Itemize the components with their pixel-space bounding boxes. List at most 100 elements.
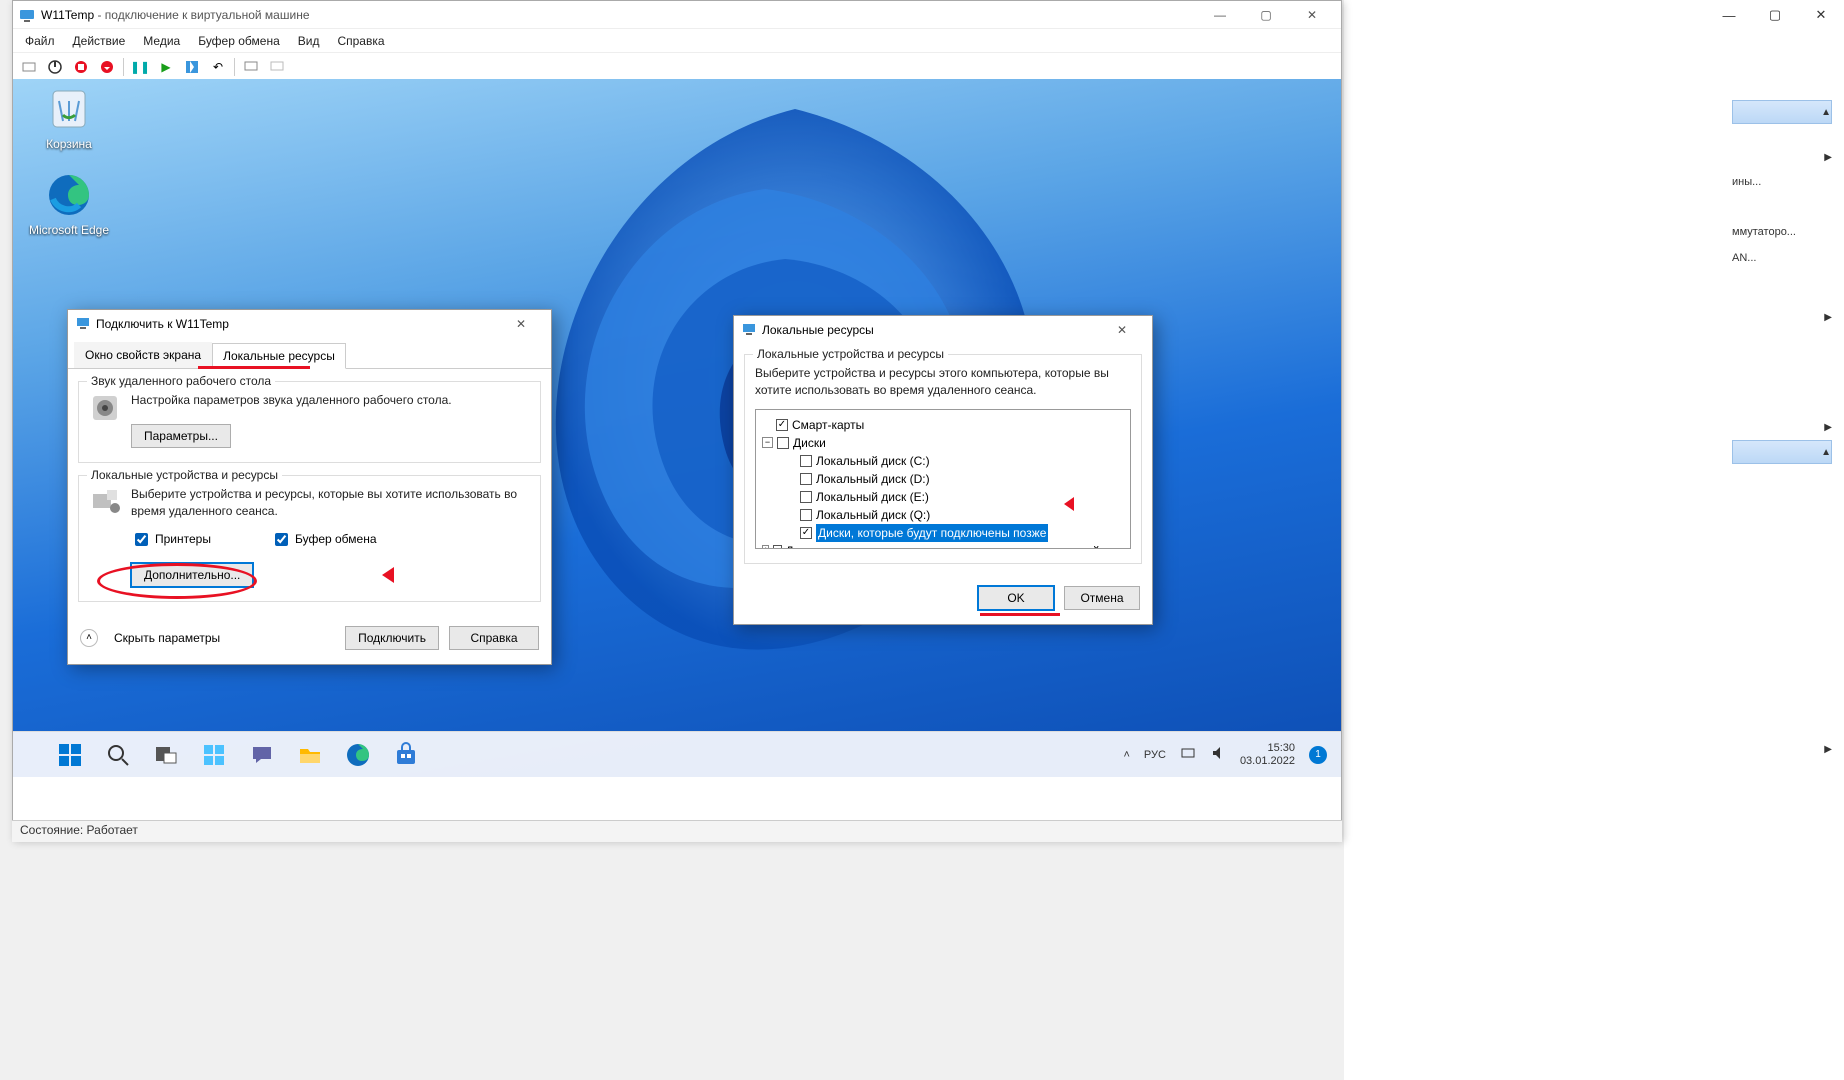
desktop-icon-label: Корзина [46, 137, 92, 151]
group-local-devices-text: Выберите устройства и ресурсы, которые в… [131, 486, 530, 520]
tray-network-icon[interactable] [1180, 745, 1196, 764]
checkbox-printers[interactable]: Принтеры [131, 530, 211, 549]
help-button[interactable]: Справка [449, 626, 539, 650]
side-panel-header[interactable]: ▲ [1732, 100, 1832, 124]
annotation-ellipse [97, 563, 257, 599]
lr-dialog-icon [742, 322, 756, 339]
tray-sound-icon[interactable] [1210, 745, 1226, 764]
menu-media[interactable]: Медиа [143, 34, 180, 48]
guest-taskbar[interactable]: ˄ РУС 15:3003.01.2022 1 [13, 731, 1341, 777]
ok-button[interactable]: OK [978, 586, 1054, 610]
chevron-up-icon[interactable]: ˄ [80, 629, 98, 647]
tree-item-disk-c[interactable]: Локальный диск (C:) [762, 452, 1124, 470]
tree-item-disk-d[interactable]: Локальный диск (D:) [762, 470, 1124, 488]
annotation-arrow-2 [1062, 492, 1100, 519]
start-button[interactable] [57, 742, 83, 768]
rdp-close-button[interactable]: ✕ [499, 317, 543, 331]
vmconnect-toolbar: ❚❚ ▶ ↶ [13, 53, 1341, 81]
side-item-text-1[interactable]: ины... [1732, 176, 1832, 188]
tool-shutdown-icon[interactable] [71, 57, 91, 77]
edge-taskbar-icon[interactable] [345, 742, 371, 768]
group-local-devices: Локальные устройства и ресурсы Выберите … [78, 475, 541, 602]
local-resources-dialog: Локальные ресурсы ✕ Локальные устройства… [733, 315, 1153, 625]
checkbox-clipboard[interactable]: Буфер обмена [271, 530, 377, 549]
host-caption-buttons: — ▢ ✕ [1706, 0, 1844, 30]
explorer-icon[interactable] [297, 742, 323, 768]
vmconnect-statusbar: Состояние: Работает [12, 820, 1342, 842]
widgets-icon[interactable] [201, 742, 227, 768]
vmconnect-icon [19, 7, 35, 23]
tree-item-other[interactable]: +Другие поддерживаемые самонастраивающие… [762, 542, 1124, 549]
tool-checkpoint-icon[interactable] [182, 57, 202, 77]
audio-settings-button[interactable]: Параметры... [131, 424, 231, 448]
recycle-bin-icon [45, 85, 93, 133]
host-min-button[interactable]: — [1706, 0, 1752, 30]
tool-start-icon[interactable] [45, 57, 65, 77]
host-max-button[interactable]: ▢ [1752, 0, 1798, 30]
tree-item-smartcards[interactable]: Смарт-карты [762, 416, 1124, 434]
side-item-3[interactable]: ▶ [1732, 422, 1832, 433]
lr-titlebar[interactable]: Локальные ресурсы ✕ [734, 316, 1152, 344]
rdp-dialog-titlebar[interactable]: Подключить к W11Temp ✕ [68, 310, 551, 338]
tray-notification-icon[interactable]: 1 [1309, 746, 1327, 764]
taskbar-center [57, 742, 419, 768]
device-tree[interactable]: Смарт-карты −Диски Локальный диск (C:) Л… [755, 409, 1131, 549]
tool-save-icon[interactable] [97, 57, 117, 77]
group-remote-audio-text: Настройка параметров звука удаленного ра… [89, 392, 530, 409]
side-item-text-3[interactable]: AN... [1732, 252, 1832, 264]
rdp-dialog-footer: ˄ Скрыть параметры Подключить Справка [68, 614, 551, 664]
vmconnect-min-button[interactable]: — [1197, 1, 1243, 29]
desktop-icon-recycle-bin[interactable]: Корзина [25, 85, 113, 151]
tab-display[interactable]: Окно свойств экрана [74, 342, 212, 368]
tool-share-icon[interactable] [267, 57, 287, 77]
group-remote-audio: Звук удаленного рабочего стола Настройка… [78, 381, 541, 463]
menu-action[interactable]: Действие [73, 34, 126, 48]
group-remote-audio-legend: Звук удаленного рабочего стола [87, 374, 275, 388]
menu-file[interactable]: Файл [25, 34, 55, 48]
side-item-1[interactable]: ▶ [1732, 152, 1832, 163]
tool-revert-icon[interactable]: ↶ [208, 57, 228, 77]
lr-close-button[interactable]: ✕ [1100, 323, 1144, 337]
vmconnect-title: W11Temp - подключение к виртуальной маши… [41, 8, 310, 22]
vmconnect-titlebar[interactable]: W11Temp - подключение к виртуальной маши… [13, 1, 1341, 29]
lr-legend: Локальные устройства и ресурсы [753, 347, 948, 361]
vmconnect-max-button[interactable]: ▢ [1243, 1, 1289, 29]
hide-options-link[interactable]: Скрыть параметры [114, 631, 220, 645]
lr-groupbox: Локальные устройства и ресурсы Выберите … [744, 354, 1142, 564]
tree-item-disks[interactable]: −Диски [762, 434, 1124, 452]
taskview-icon[interactable] [153, 742, 179, 768]
lr-title: Локальные ресурсы [762, 323, 874, 337]
tray-chevron-icon[interactable]: ˄ [1123, 749, 1129, 761]
lr-footer: OK Отмена [734, 574, 1152, 624]
store-icon[interactable] [393, 742, 419, 768]
vmconnect-close-button[interactable]: ✕ [1289, 1, 1335, 29]
side-item-text-2[interactable]: ммутаторо... [1732, 226, 1832, 238]
menu-clipboard[interactable]: Буфер обмена [198, 34, 280, 48]
side-item-4[interactable]: ▶ [1732, 744, 1832, 755]
host-close-button[interactable]: ✕ [1798, 0, 1844, 30]
host-background: — ▢ ✕ ▲ ▶ ины... ммутаторо... AN... ▶ ▶ … [1344, 0, 1844, 1080]
guest-desktop[interactable]: Корзина Microsoft Edge Подключить к W11T… [13, 79, 1341, 777]
rdp-tabstrip: Окно свойств экрана Локальные ресурсы [68, 342, 551, 369]
chat-icon[interactable] [249, 742, 275, 768]
vmconnect-window: W11Temp - подключение к виртуальной маши… [12, 0, 1342, 840]
tool-enhanced-icon[interactable] [241, 57, 261, 77]
tray-language[interactable]: РУС [1144, 749, 1166, 761]
annotation-redline-tab [198, 366, 310, 369]
tool-ctrl-alt-del-icon[interactable] [19, 57, 39, 77]
rdp-dialog-title: Подключить к W11Temp [96, 317, 229, 331]
tray-clock[interactable]: 15:3003.01.2022 [1240, 742, 1295, 766]
connect-button[interactable]: Подключить [345, 626, 439, 650]
side-item-2[interactable]: ▶ [1732, 312, 1832, 323]
group-local-devices-legend: Локальные устройства и ресурсы [87, 468, 282, 482]
side-panel-header-2[interactable]: ▲ [1732, 440, 1832, 464]
tool-reset-icon[interactable]: ▶ [156, 57, 176, 77]
search-icon[interactable] [105, 742, 131, 768]
devices-icon [89, 486, 121, 518]
cancel-button[interactable]: Отмена [1064, 586, 1140, 610]
desktop-icon-edge[interactable]: Microsoft Edge [25, 171, 113, 237]
menu-help[interactable]: Справка [337, 34, 384, 48]
menu-view[interactable]: Вид [298, 34, 320, 48]
tree-item-disks-later[interactable]: Диски, которые будут подключены позже [762, 524, 1124, 542]
tool-pause-icon[interactable]: ❚❚ [130, 57, 150, 77]
